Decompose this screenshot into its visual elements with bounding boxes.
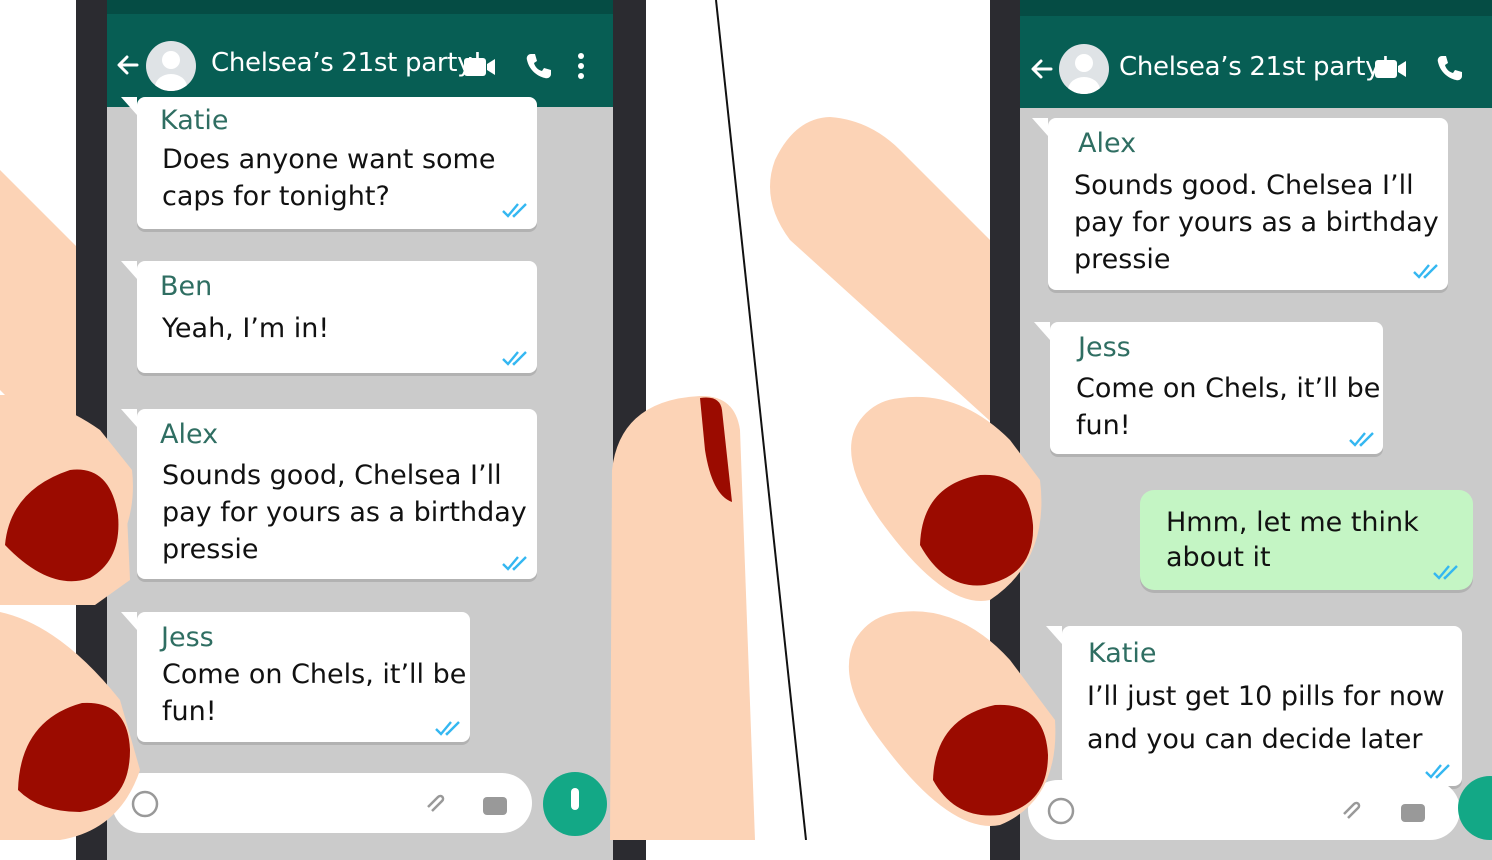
right-hand-fingers [848,396,1056,826]
right-finger-upper [851,396,1042,601]
right-finger-lower [848,611,1056,826]
